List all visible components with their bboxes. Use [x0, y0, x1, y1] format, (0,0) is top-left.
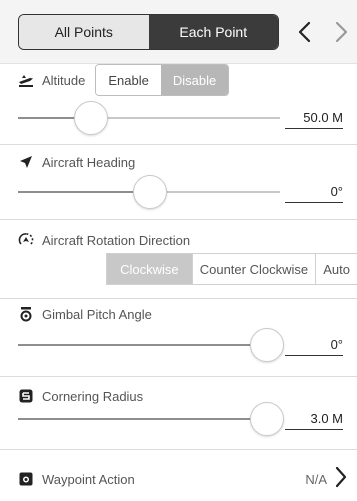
altitude-section: Altitude Enable Disable	[0, 64, 357, 145]
camera-icon	[18, 471, 34, 487]
cornering-value[interactable]: 3.0 M	[285, 411, 343, 430]
heading-header: Aircraft Heading	[18, 153, 135, 171]
altitude-label: Altitude	[42, 72, 86, 88]
waypoint-action-header: Waypoint Action	[18, 470, 135, 488]
tab-each-point[interactable]: Each Point	[148, 15, 278, 49]
cornering-label: Cornering Radius	[42, 388, 144, 404]
chevron-right-icon	[335, 21, 348, 43]
altitude-disable-button[interactable]: Disable	[160, 65, 229, 95]
altitude-value[interactable]: 50.0 M	[285, 110, 343, 129]
previous-point-button[interactable]	[289, 14, 319, 50]
rotation-icon	[18, 232, 34, 248]
gimbal-value-number: 0	[330, 337, 338, 352]
altitude-enable-button[interactable]: Enable	[96, 65, 161, 95]
heading-value[interactable]: 0°	[285, 184, 343, 203]
heading-slider-fill	[18, 191, 149, 193]
altitude-icon	[18, 72, 34, 88]
gimbal-icon	[18, 306, 34, 322]
rotation-direction-selector: Clockwise Counter Clockwise Auto	[106, 253, 357, 285]
altitude-toggle: Enable Disable	[95, 64, 230, 96]
rotation-option-auto[interactable]: Auto	[315, 254, 357, 284]
gimbal-slider-knob[interactable]	[250, 328, 284, 362]
heading-value-unit: °	[337, 184, 343, 199]
mode-segmented-control: All Points Each Point	[18, 14, 279, 50]
cornering-icon	[18, 388, 34, 404]
rotation-option-clockwise[interactable]: Clockwise	[107, 254, 192, 284]
gimbal-slider-fill	[18, 344, 268, 346]
altitude-header: Altitude Enable Disable	[18, 64, 230, 96]
gimbal-slider-track[interactable]	[18, 344, 268, 346]
altitude-slider-knob[interactable]	[74, 101, 108, 135]
cornering-slider-track[interactable]	[18, 418, 268, 420]
cornering-header: Cornering Radius	[18, 387, 143, 405]
altitude-slider-track[interactable]	[18, 117, 280, 119]
chevron-right-icon	[335, 466, 347, 493]
chevron-left-icon	[298, 21, 311, 43]
next-point-button[interactable]	[327, 14, 357, 50]
rotation-label: Aircraft Rotation Direction	[42, 232, 191, 248]
cornering-slider-knob[interactable]	[250, 402, 284, 436]
rotation-header: Aircraft Rotation Direction	[18, 231, 190, 249]
waypoint-action-value: N/A	[305, 472, 327, 487]
heading-arrow-icon	[18, 154, 34, 170]
gimbal-value-unit: °	[337, 337, 343, 352]
tab-all-points[interactable]: All Points	[19, 15, 149, 49]
top-bar: All Points Each Point	[0, 0, 357, 64]
heading-slider-knob[interactable]	[133, 175, 167, 209]
gimbal-header: Gimbal Pitch Angle	[18, 305, 152, 323]
heading-label: Aircraft Heading	[42, 154, 136, 170]
cornering-slider-fill	[18, 418, 268, 420]
rotation-option-counter-clockwise[interactable]: Counter Clockwise	[191, 254, 316, 284]
heading-value-number: 0	[330, 184, 338, 199]
waypoint-action-label: Waypoint Action	[42, 471, 135, 487]
gimbal-label: Gimbal Pitch Angle	[42, 306, 152, 322]
waypoint-action-row[interactable]: Waypoint Action N/A	[0, 450, 357, 501]
gimbal-value[interactable]: 0°	[285, 337, 343, 356]
